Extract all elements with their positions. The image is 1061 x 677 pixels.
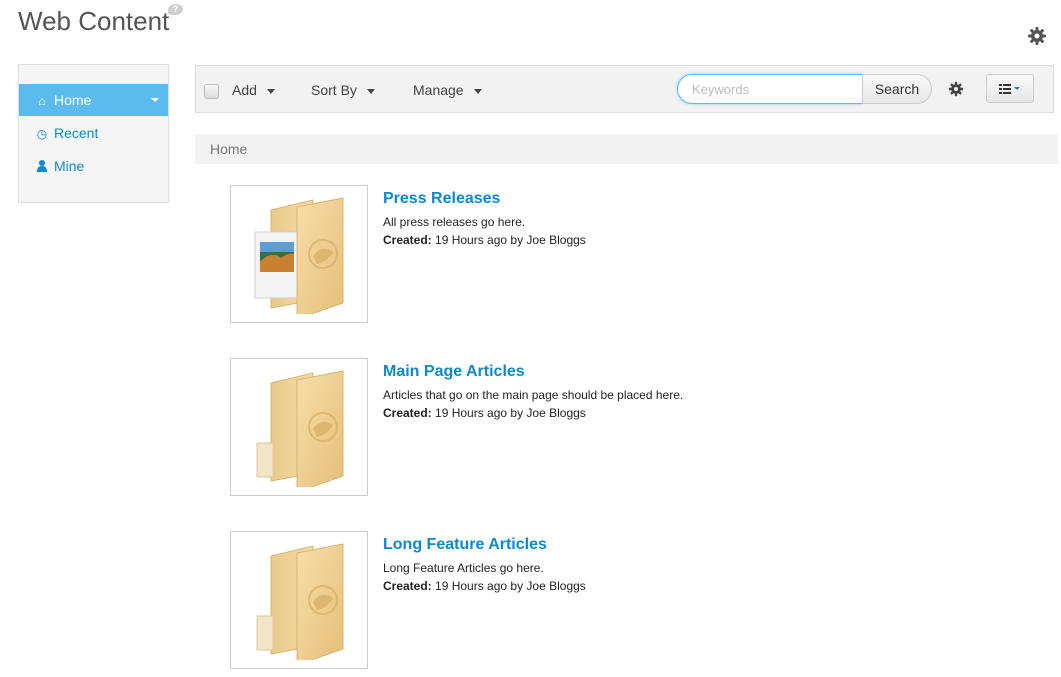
folder-icon bbox=[256, 543, 344, 660]
chevron-down-icon bbox=[266, 88, 275, 94]
sidebar-item-label: Home bbox=[54, 92, 92, 108]
folder-created: Created: 19 Hours ago by Joe Bloggs bbox=[383, 233, 586, 247]
created-label: Created: bbox=[383, 406, 432, 420]
created-value: 19 Hours ago by Joe Bloggs bbox=[435, 579, 586, 593]
chevron-down-icon bbox=[366, 88, 375, 94]
display-style-button[interactable] bbox=[986, 74, 1034, 103]
folder-item-main-page-articles[interactable]: Main Page Articles Articles that go on t… bbox=[230, 358, 930, 496]
created-value: 19 Hours ago by Joe Bloggs bbox=[435, 406, 586, 420]
chevron-down-icon[interactable] bbox=[151, 98, 159, 102]
list-view-icon bbox=[999, 84, 1020, 94]
sidebar-item-label: Recent bbox=[54, 125, 99, 141]
manage-menu[interactable]: Manage bbox=[413, 80, 482, 100]
clock-icon: ◷ bbox=[36, 127, 48, 141]
sidebar-item-home[interactable]: ⌂ Home bbox=[19, 84, 168, 116]
page-title: Web Content bbox=[18, 6, 170, 36]
chevron-down-icon bbox=[473, 88, 482, 94]
user-icon bbox=[35, 151, 49, 183]
folder-icon bbox=[256, 370, 344, 487]
search-button[interactable]: Search bbox=[862, 74, 932, 104]
created-value: 19 Hours ago by Joe Bloggs bbox=[435, 233, 586, 247]
sidebar-item-label: Mine bbox=[54, 158, 85, 174]
sidebar-item-mine[interactable]: Mine bbox=[19, 150, 168, 182]
settings-gear-icon[interactable] bbox=[948, 81, 964, 97]
folder-title[interactable]: Press Releases bbox=[383, 190, 500, 208]
folder-item-press-releases[interactable]: Press Releases All press releases go her… bbox=[230, 185, 930, 323]
folder-thumbnail[interactable] bbox=[230, 531, 368, 669]
sidebar-item-recent[interactable]: ◷ Recent bbox=[19, 117, 168, 149]
add-menu-label: Add bbox=[232, 82, 257, 98]
home-icon: ⌂ bbox=[38, 94, 46, 108]
folder-created: Created: 19 Hours ago by Joe Bloggs bbox=[383, 579, 586, 593]
folder-thumbnail[interactable] bbox=[230, 358, 368, 496]
sort-by-label: Sort By bbox=[311, 82, 357, 98]
help-icon[interactable]: ? bbox=[168, 4, 183, 15]
created-label: Created: bbox=[383, 579, 432, 593]
folder-thumbnail[interactable] bbox=[230, 185, 368, 323]
sidebar-nav: ⌂ Home ◷ Recent Mine bbox=[18, 64, 169, 203]
folder-description: Long Feature Articles go here. bbox=[383, 561, 544, 575]
folder-title[interactable]: Main Page Articles bbox=[383, 363, 525, 381]
breadcrumb: Home bbox=[195, 134, 1058, 164]
sort-by-menu[interactable]: Sort By bbox=[311, 80, 375, 100]
breadcrumb-item-home[interactable]: Home bbox=[210, 141, 247, 157]
folder-description: All press releases go here. bbox=[383, 215, 526, 229]
created-label: Created: bbox=[383, 233, 432, 247]
manage-label: Manage bbox=[413, 82, 464, 98]
select-all-checkbox[interactable] bbox=[204, 84, 219, 99]
folder-description: Articles that go on the main page should… bbox=[383, 388, 684, 402]
folder-with-image-icon bbox=[254, 197, 344, 314]
add-menu[interactable]: Add bbox=[232, 80, 275, 100]
search-input[interactable] bbox=[677, 74, 863, 104]
folder-created: Created: 19 Hours ago by Joe Bloggs bbox=[383, 406, 586, 420]
folder-item-long-feature-articles[interactable]: Long Feature Articles Long Feature Artic… bbox=[230, 531, 930, 669]
toolbar: Add Sort By Manage Search bbox=[195, 65, 1054, 113]
folder-title[interactable]: Long Feature Articles bbox=[383, 536, 547, 554]
gear-icon[interactable] bbox=[1027, 26, 1047, 46]
